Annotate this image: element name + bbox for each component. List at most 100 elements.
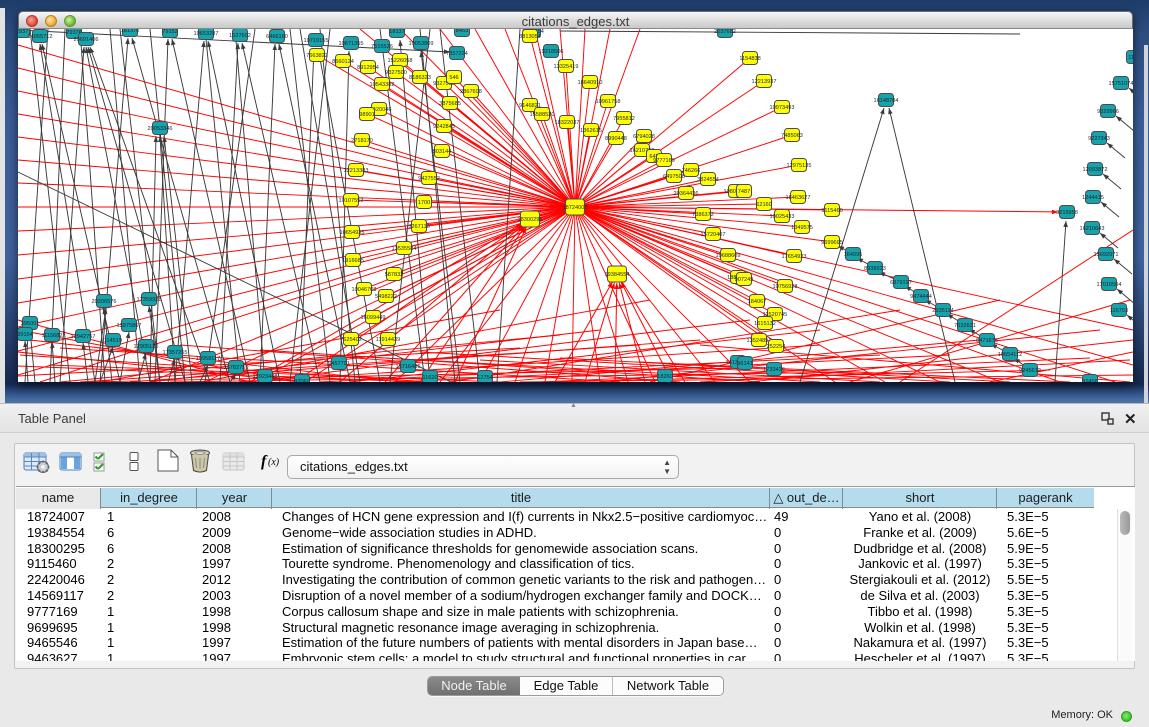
svg-text:2037682: 2037682 [714, 29, 736, 35]
svg-text:39154: 39154 [18, 332, 33, 338]
svg-text:1349575: 1349575 [791, 225, 813, 231]
svg-text:7632621: 7632621 [954, 323, 976, 329]
svg-text:18640910: 18640910 [578, 80, 603, 86]
svg-text:15751074: 15751074 [1109, 81, 1133, 87]
svg-text:15588520: 15588520 [530, 112, 555, 118]
svg-text:16210643: 16210643 [1080, 226, 1105, 232]
svg-text:19384554: 19384554 [605, 272, 630, 278]
svg-text:12093872: 12093872 [1083, 167, 1108, 173]
svg-text:15716485: 15716485 [396, 364, 421, 370]
svg-text:15720407: 15720407 [701, 232, 726, 238]
svg-text:8453: 8453 [456, 29, 468, 34]
svg-text:10543382: 10543382 [370, 82, 395, 88]
svg-text:12213937: 12213937 [752, 79, 777, 85]
svg-text:18300295: 18300295 [518, 217, 543, 223]
svg-text:8912954: 8912954 [357, 65, 379, 71]
svg-text:7487: 7487 [738, 189, 750, 195]
svg-text:15692971: 15692971 [1094, 252, 1119, 258]
svg-text:16148784: 16148784 [874, 98, 899, 104]
svg-text:10654112: 10654112 [998, 352, 1022, 358]
svg-text:1527602: 1527602 [229, 33, 251, 39]
svg-text:62160: 62160 [756, 202, 772, 208]
svg-text:116753: 116753 [1110, 308, 1128, 314]
svg-text:252254: 252254 [767, 344, 786, 350]
svg-text:546: 546 [449, 75, 458, 81]
svg-text:11620: 11620 [422, 375, 437, 381]
svg-text:18322037: 18322037 [555, 120, 580, 126]
svg-text:10653287: 10653287 [194, 31, 219, 37]
svg-text:6497508: 6497508 [663, 174, 685, 180]
svg-text:10053809: 10053809 [409, 41, 434, 47]
svg-text:395001: 395001 [21, 321, 40, 327]
svg-text:9245612: 9245612 [1019, 368, 1041, 374]
svg-text:18724007: 18724007 [563, 205, 588, 211]
svg-text:17016504: 17016504 [1097, 282, 1122, 288]
svg-text:10688609: 10688609 [716, 253, 741, 259]
svg-text:9242845: 9242845 [433, 124, 455, 130]
svg-text:13325419: 13325419 [554, 64, 579, 70]
svg-text:12923448: 12923448 [253, 374, 278, 380]
svg-text:164095: 164095 [844, 252, 863, 258]
svg-text:10107552: 10107552 [339, 198, 364, 204]
svg-text:1112: 1112 [1128, 55, 1133, 61]
svg-text:17357255: 17357255 [163, 350, 188, 356]
svg-text:12213383: 12213383 [344, 168, 369, 174]
svg-text:907249: 907249 [735, 277, 754, 283]
svg-text:12905135: 12905135 [134, 344, 159, 350]
svg-text:8660124: 8660124 [332, 59, 354, 65]
svg-text:20206576: 20206576 [92, 299, 117, 305]
svg-text:98901: 98901 [359, 112, 375, 118]
svg-text:5498222: 5498222 [375, 294, 397, 300]
svg-text:9427552: 9427552 [418, 176, 440, 182]
svg-text:8471676: 8471676 [976, 338, 998, 344]
svg-text:3215958: 3215958 [1056, 210, 1078, 216]
svg-text:7625402: 7625402 [340, 337, 362, 343]
svg-text:6794028: 6794028 [633, 134, 655, 140]
svg-text:79152: 79152 [162, 29, 178, 35]
svg-text:18137: 18137 [389, 29, 405, 35]
svg-text:17654923: 17654923 [782, 254, 807, 260]
svg-text:8938923: 8938923 [864, 266, 886, 272]
svg-text:7515526: 7515526 [371, 44, 393, 50]
svg-text:97060: 97060 [294, 379, 310, 382]
svg-text:9329966: 9329966 [1097, 109, 1119, 115]
svg-text:6466160: 6466160 [266, 34, 288, 40]
svg-text:12942757: 12942757 [71, 334, 96, 340]
svg-text:10046708: 10046708 [352, 287, 377, 293]
svg-text:8990448: 8990448 [605, 136, 627, 142]
svg-text:9457791: 9457791 [328, 361, 350, 367]
svg-text:10654935: 10654935 [340, 230, 365, 236]
svg-text:10025433: 10025433 [770, 214, 795, 220]
svg-text:1244415: 1244415 [1082, 195, 1104, 201]
svg-text:7386372: 7386372 [692, 212, 714, 218]
svg-text:7485063: 7485063 [781, 133, 803, 139]
svg-text:3267110: 3267110 [408, 224, 429, 230]
svg-text:9227343: 9227343 [1088, 136, 1110, 142]
svg-text:(x): (x) [268, 457, 280, 468]
svg-text:20053346: 20053346 [148, 126, 173, 132]
svg-text:1154838: 1154838 [739, 56, 760, 62]
svg-text:7955812: 7955812 [613, 116, 635, 122]
svg-text:14055712: 14055712 [28, 34, 53, 40]
svg-text:13535584: 13535584 [392, 246, 417, 252]
svg-text:8813054: 8813054 [519, 34, 541, 40]
svg-text:9777169: 9777169 [653, 158, 675, 164]
svg-text:181370: 181370 [121, 29, 140, 34]
svg-text:10961758: 10961758 [596, 99, 621, 105]
svg-text:6879197: 6879197 [890, 280, 912, 286]
svg-text:9115460: 9115460 [821, 208, 842, 214]
svg-text:12754: 12754 [477, 375, 493, 381]
svg-text:8186323: 8186323 [409, 75, 431, 81]
svg-text:16782759: 16782759 [224, 365, 249, 371]
svg-text:11914439: 11914439 [376, 337, 400, 343]
svg-text:2935114: 2935114 [932, 308, 953, 314]
svg-text:10958117: 10958117 [196, 356, 220, 362]
svg-text:1115682: 1115682 [42, 333, 63, 339]
svg-text:10719155: 10719155 [304, 38, 329, 44]
svg-text:10973493: 10973493 [770, 105, 795, 111]
svg-text:1733426: 1733426 [763, 367, 785, 373]
svg-text:9699695: 9699695 [821, 240, 843, 246]
svg-text:19218506: 19218506 [539, 49, 564, 55]
svg-text:18260: 18260 [657, 374, 673, 380]
svg-text:184067: 184067 [748, 299, 767, 305]
